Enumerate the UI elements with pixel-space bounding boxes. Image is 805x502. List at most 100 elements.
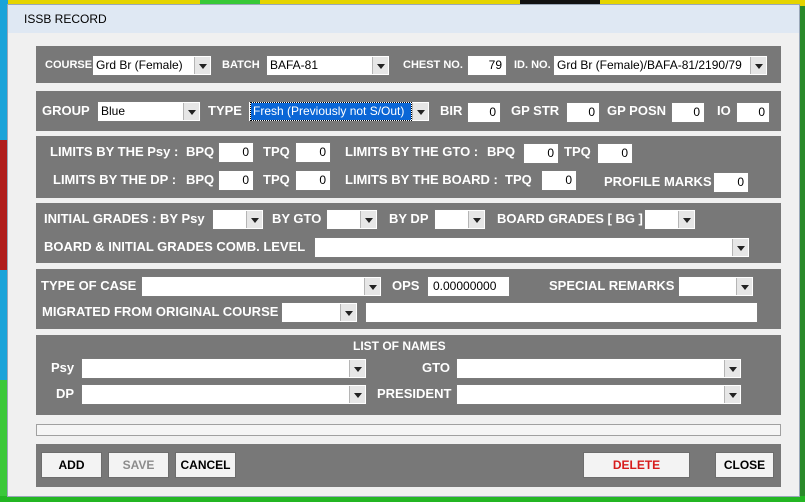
course-panel: COURSE Grd Br (Female) BATCH BAFA-81 CHE…	[36, 46, 781, 83]
gp-posn-field[interactable]: 0	[671, 102, 705, 123]
course-label: COURSE	[45, 59, 93, 71]
delete-button[interactable]: DELETE	[583, 452, 690, 478]
migrated-course-field[interactable]	[365, 302, 758, 323]
chest-no-label: CHEST NO.	[403, 59, 463, 71]
psy-tpq-label: TPQ	[263, 144, 290, 159]
names-panel: LIST OF NAMES Psy GTO DP PRESIDENT	[36, 335, 781, 415]
chevron-down-icon	[194, 57, 210, 74]
chevron-down-icon	[340, 304, 356, 321]
president-name-select[interactable]	[456, 384, 742, 405]
ops-field[interactable]: 0.00000000	[427, 276, 510, 297]
gto-bpq-field[interactable]: 0	[523, 143, 559, 164]
psy-bpq-field[interactable]: 0	[218, 142, 254, 163]
case-panel: TYPE OF CASE OPS 0.00000000 SPECIAL REMA…	[36, 269, 781, 329]
issb-record-window: ISSB RECORD COURSE Grd Br (Female) BATCH…	[7, 4, 800, 497]
chevron-down-icon	[349, 386, 365, 403]
dp-tpq-label: TPQ	[263, 172, 290, 187]
board-tpq-field[interactable]: 0	[541, 170, 577, 191]
dp-name-label: DP	[56, 386, 75, 401]
gto-grade-select[interactable]	[326, 209, 378, 230]
president-name-label: PRESIDENT	[377, 386, 452, 401]
dp-tpq-field[interactable]: 0	[295, 170, 331, 191]
special-remarks-label: SPECIAL REMARKS	[549, 278, 675, 293]
chevron-down-icon	[360, 211, 376, 228]
dp-bpq-field[interactable]: 0	[218, 170, 254, 191]
chevron-down-icon	[246, 211, 262, 228]
type-label: TYPE	[208, 103, 242, 118]
gto-tpq-field[interactable]: 0	[597, 143, 633, 164]
close-button[interactable]: CLOSE	[715, 452, 774, 478]
gto-tpq-label: TPQ	[564, 144, 591, 159]
initial-grades-psy-label: INITIAL GRADES : BY Psy	[44, 211, 205, 226]
progress-bar	[36, 424, 781, 436]
migrated-label: MIGRATED FROM ORIGINAL COURSE	[42, 304, 279, 319]
psy-tpq-field[interactable]: 0	[295, 142, 331, 163]
group-select[interactable]: Blue	[97, 101, 201, 122]
grades-panel: INITIAL GRADES : BY Psy BY GTO BY DP BOA…	[36, 203, 781, 263]
by-dp-label: BY DP	[389, 211, 429, 226]
gto-name-select[interactable]	[456, 358, 742, 379]
comb-level-select[interactable]	[314, 237, 750, 258]
id-no-label: ID. NO.	[514, 59, 551, 71]
chevron-down-icon	[364, 278, 380, 295]
batch-select[interactable]: BAFA-81	[266, 55, 390, 76]
list-of-names-title: LIST OF NAMES	[353, 339, 446, 353]
chevron-down-icon	[412, 103, 428, 120]
limits-panel: LIMITS BY THE Psy : BPQ 0 TPQ 0 LIMITS B…	[36, 136, 781, 198]
by-gto-label: BY GTO	[272, 211, 322, 226]
chevron-down-icon	[724, 386, 740, 403]
psy-bpq-label: BPQ	[186, 144, 215, 159]
board-tpq-label: TPQ	[505, 172, 532, 187]
cancel-button[interactable]: CANCEL	[175, 452, 236, 478]
migrated-course-select[interactable]	[281, 302, 358, 323]
chevron-down-icon	[724, 360, 740, 377]
profile-marks-label: PROFILE MARKS	[604, 174, 712, 189]
special-remarks-select[interactable]	[678, 276, 754, 297]
limits-dp-label: LIMITS BY THE DP :	[53, 172, 177, 187]
psy-name-select[interactable]	[81, 358, 367, 379]
dp-name-select[interactable]	[81, 384, 367, 405]
gp-posn-label: GP POSN	[607, 103, 667, 118]
chevron-down-icon	[183, 103, 199, 120]
gp-str-label: GP STR	[511, 103, 560, 118]
gp-str-field[interactable]: 0	[566, 102, 600, 123]
bir-field[interactable]: 0	[467, 102, 501, 123]
limits-psy-label: LIMITS BY THE Psy :	[50, 144, 179, 159]
chevron-down-icon	[372, 57, 388, 74]
group-label: GROUP	[42, 103, 90, 118]
limits-gto-label: LIMITS BY THE GTO :	[345, 144, 479, 159]
gto-name-label: GTO	[422, 360, 450, 375]
profile-marks-field[interactable]: 0	[713, 172, 749, 193]
chevron-down-icon	[468, 211, 484, 228]
window-title: ISSB RECORD	[24, 12, 107, 26]
save-button[interactable]: SAVE	[108, 452, 169, 478]
type-of-case-select[interactable]	[141, 276, 382, 297]
chevron-down-icon	[750, 57, 766, 74]
board-grade-select[interactable]	[644, 209, 696, 230]
dp-bpq-label: BPQ	[186, 172, 215, 187]
psy-grade-select[interactable]	[212, 209, 264, 230]
chevron-down-icon	[678, 211, 694, 228]
type-select[interactable]: Fresh (Previously not S/Out)	[248, 101, 430, 122]
board-grades-label: BOARD GRADES [ BG ]	[497, 211, 643, 226]
add-button[interactable]: ADD	[41, 452, 102, 478]
batch-label: BATCH	[222, 59, 260, 71]
type-of-case-label: TYPE OF CASE	[41, 278, 137, 293]
comb-level-label: BOARD & INITIAL GRADES COMB. LEVEL	[44, 239, 306, 254]
id-no-select[interactable]: Grd Br (Female)/BAFA-81/2190/79	[553, 55, 768, 76]
gto-bpq-label: BPQ	[487, 144, 516, 159]
course-select[interactable]: Grd Br (Female)	[92, 55, 212, 76]
chest-no-field[interactable]: 79	[467, 55, 507, 76]
chevron-down-icon	[349, 360, 365, 377]
ops-label: OPS	[392, 278, 420, 293]
io-label: IO	[717, 103, 731, 118]
title-bar: ISSB RECORD	[8, 5, 799, 33]
chevron-down-icon	[732, 239, 748, 256]
dp-grade-select[interactable]	[434, 209, 486, 230]
bir-label: BIR	[440, 103, 463, 118]
group-panel: GROUP Blue TYPE Fresh (Previously not S/…	[36, 91, 781, 131]
chevron-down-icon	[736, 278, 752, 295]
psy-name-label: Psy	[51, 360, 75, 375]
io-field[interactable]: 0	[736, 102, 770, 123]
limits-board-label: LIMITS BY THE BOARD :	[345, 172, 498, 187]
